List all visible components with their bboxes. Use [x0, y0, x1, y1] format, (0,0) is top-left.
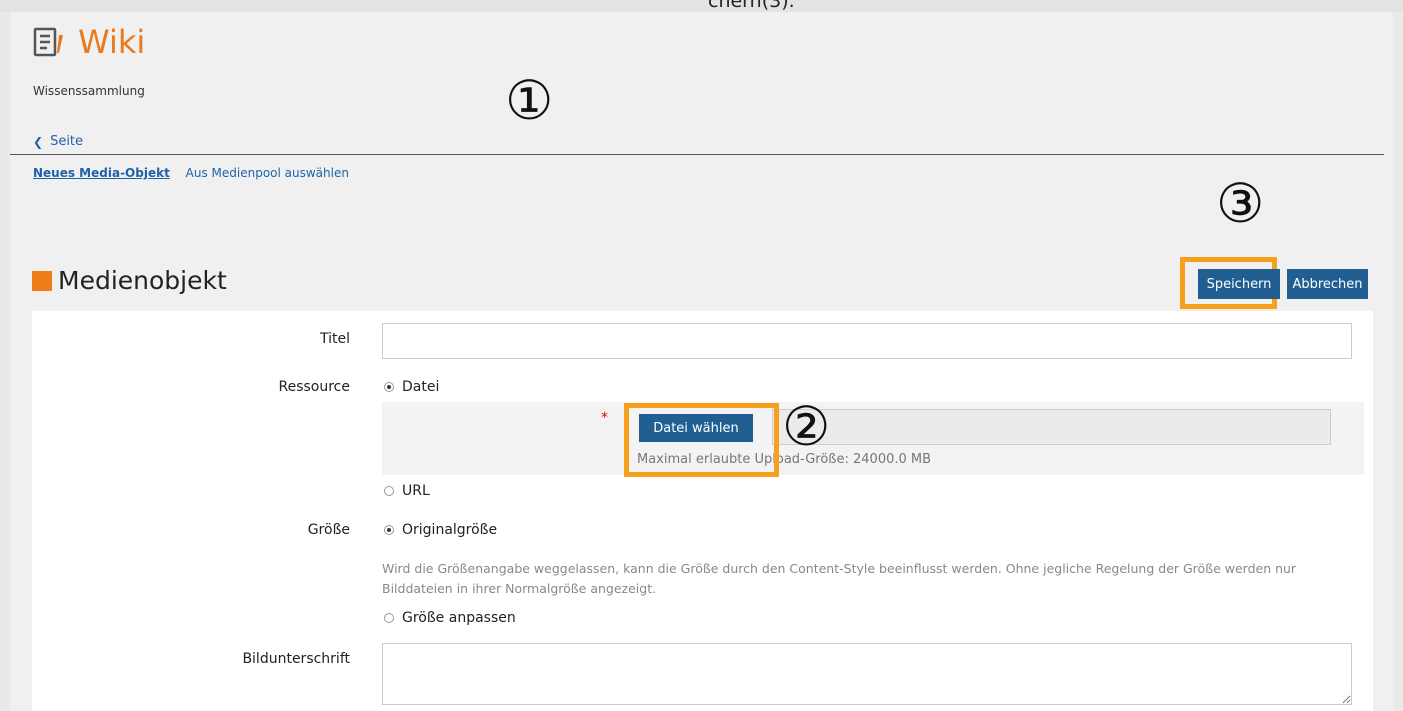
cancel-button[interactable]: Abbrechen	[1287, 269, 1368, 299]
section-title: Medienobjekt	[58, 266, 227, 295]
radio-custom-size[interactable]: Größe anpassen	[384, 610, 516, 626]
caption-label: Bildunterschrift	[242, 651, 350, 667]
caption-textarea[interactable]	[382, 643, 1352, 705]
radio-original-size[interactable]: Originalgröße	[384, 522, 497, 538]
header: Wiki	[32, 24, 145, 60]
left-strip	[0, 12, 10, 711]
annotation-2: ②	[782, 395, 831, 458]
tab-media-pool[interactable]: Aus Medienpool auswählen	[186, 166, 349, 180]
save-button[interactable]: Speichern	[1198, 269, 1280, 299]
radio-url[interactable]: URL	[384, 483, 430, 499]
upload-box: * Datei wählen Maximal erlaubte Upload-G…	[382, 402, 1364, 475]
size-hint: Wird die Größenangabe weggelassen, kann …	[382, 561, 1297, 596]
resource-label: Ressource	[278, 379, 351, 395]
radio-custom-size-label: Größe anpassen	[402, 610, 516, 626]
radio-original-size-control[interactable]	[384, 525, 394, 535]
subtabs: Neues Media-Objekt Aus Medienpool auswäh…	[33, 166, 349, 180]
caption-text: chern(3).	[708, 0, 795, 12]
section-header: Medienobjekt	[32, 266, 227, 295]
tab-new-media-object[interactable]: Neues Media-Objekt	[33, 166, 170, 180]
divider	[10, 154, 1384, 155]
section-marker-icon	[32, 270, 52, 291]
radio-file[interactable]: Datei	[384, 379, 439, 395]
radio-original-size-label: Originalgröße	[402, 522, 498, 538]
annotation-1: ①	[505, 69, 554, 132]
radio-file-control[interactable]	[384, 382, 394, 392]
radio-url-label: URL	[402, 483, 430, 499]
size-label: Größe	[307, 522, 350, 538]
wiki-icon	[33, 27, 63, 57]
radio-file-label: Datei	[402, 379, 440, 395]
required-star: *	[601, 410, 608, 426]
page-subtitle: Wissenssammlung	[33, 84, 145, 98]
page: Wiki Wissenssammlung ❮ Seite Neues Media…	[10, 12, 1393, 711]
chevron-left-icon: ❮	[33, 134, 44, 149]
title-label: Titel	[319, 331, 350, 347]
title-input[interactable]	[382, 323, 1352, 359]
page-title: Wiki	[78, 23, 146, 61]
form-panel: Titel Ressource Datei * Datei wählen Max…	[32, 311, 1373, 711]
radio-custom-size-control[interactable]	[384, 613, 394, 623]
radio-url-control[interactable]	[384, 486, 394, 496]
file-name-field	[772, 409, 1331, 445]
right-strip	[1393, 12, 1403, 711]
annotation-3: ③	[1216, 172, 1265, 235]
choose-file-highlight-box	[624, 403, 779, 477]
top-caption: chern(3).	[0, 0, 1403, 12]
back-link[interactable]: ❮ Seite	[33, 134, 83, 149]
back-link-label: Seite	[50, 134, 84, 149]
